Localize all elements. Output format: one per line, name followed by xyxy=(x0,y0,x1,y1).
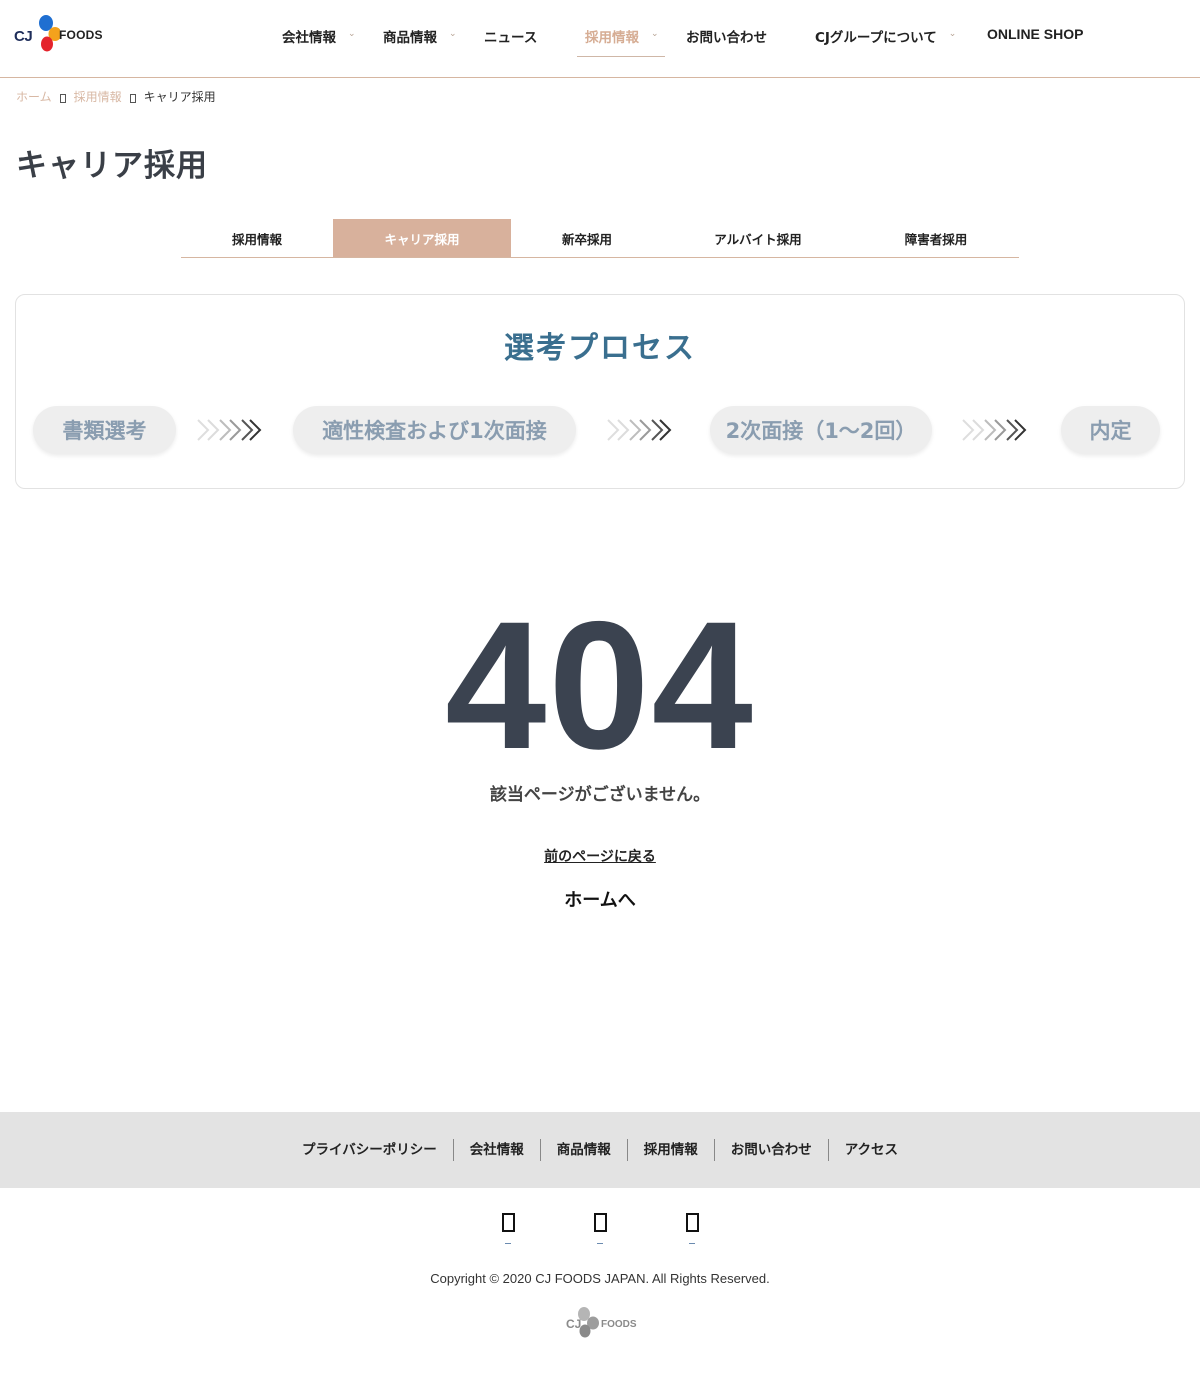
process-step-document-screening: 書類選考 xyxy=(33,406,176,454)
nav-item-label: 採用情報 xyxy=(585,30,639,46)
copyright: Copyright © 2020 CJ FOODS JAPAN. All Rig… xyxy=(430,1271,770,1286)
nav-item-cj-group[interactable]: CJグループについて ⌄ xyxy=(815,26,956,58)
home-link-wrapper: ホームへ xyxy=(0,886,1200,912)
breadcrumb-recruit[interactable]: 採用情報 xyxy=(74,88,122,105)
footer-link-access[interactable]: アクセス xyxy=(829,1139,914,1161)
tab-label: キャリア採用 xyxy=(384,231,460,247)
underline-mark xyxy=(597,1243,603,1244)
social-icon-3[interactable] xyxy=(681,1208,703,1244)
tab-label: 新卒採用 xyxy=(561,231,612,247)
breadcrumb-current: キャリア採用 xyxy=(143,90,216,104)
footer-link-contact[interactable]: お問い合わせ xyxy=(715,1139,829,1161)
back-link-wrapper: 前のページに戻る xyxy=(0,846,1200,866)
chevron-down-icon: ⌄ xyxy=(348,29,356,39)
recruit-tabs: 採用情報 キャリア採用 新卒採用 アルバイト採用 障害者採用 xyxy=(181,219,1019,258)
footer-nav: プライバシーポリシー 会社情報 商品情報 採用情報 お問い合わせ アクセス xyxy=(0,1112,1200,1188)
footer-link-products[interactable]: 商品情報 xyxy=(541,1139,628,1161)
chevron-arrows-icon xyxy=(197,419,262,441)
page-title: キャリア採用 xyxy=(16,148,208,184)
process-step-offer: 内定 xyxy=(1061,406,1160,454)
footer-cj-foods-logo[interactable]: CJ FOODS xyxy=(565,1305,637,1339)
process-step-second-interview: 2次面接（1〜2回） xyxy=(710,406,932,454)
chevron-down-icon: ⌄ xyxy=(449,29,457,39)
logo-foods-text: FOODS xyxy=(59,28,103,42)
missing-glyph-icon xyxy=(501,1213,515,1233)
footer-logo-foods: FOODS xyxy=(601,1319,637,1330)
missing-glyph-icon xyxy=(685,1213,699,1233)
nav-item-label: ニュース xyxy=(484,30,538,46)
underline-mark xyxy=(689,1243,695,1244)
missing-glyph-icon xyxy=(593,1213,607,1233)
cj-foods-logo[interactable]: CJ FOODS xyxy=(14,14,114,54)
chevron-arrows-icon xyxy=(962,419,1027,441)
tab-new-graduate[interactable]: 新卒採用 xyxy=(511,219,663,257)
chevron-down-icon: ⌄ xyxy=(948,29,957,39)
tab-recruit-info[interactable]: 採用情報 xyxy=(181,219,333,257)
tab-part-time[interactable]: アルバイト採用 xyxy=(663,219,853,257)
tab-label: アルバイト採用 xyxy=(714,231,802,247)
error-message: 該当ページがございません。 xyxy=(489,785,711,805)
underline-mark xyxy=(505,1243,511,1244)
tab-label: 障害者採用 xyxy=(904,231,968,247)
error-code: 404 xyxy=(445,583,755,787)
tab-career[interactable]: キャリア採用 xyxy=(333,219,511,257)
site-header: CJ FOODS 会社情報 ⌄ 商品情報 ⌄ ニュース 採用情報 ⌄ お問い合わせ C… xyxy=(0,0,1200,78)
nav-item-online-shop[interactable]: ONLINE SHOP xyxy=(987,26,1083,58)
nav-item-label: 商品情報 xyxy=(383,30,437,46)
chevron-arrows-icon xyxy=(607,419,672,441)
breadcrumb: ホーム 採用情報 キャリア採用 xyxy=(16,88,216,105)
nav-item-label: ONLINE SHOP xyxy=(987,26,1084,42)
process-title: 選考プロセス xyxy=(504,331,696,366)
nav-item-company[interactable]: 会社情報 ⌄ xyxy=(282,26,356,58)
footer-logo-cj: CJ xyxy=(566,1317,581,1331)
nav-item-label: お問い合わせ xyxy=(686,30,767,46)
nav-item-recruit[interactable]: 採用情報 ⌄ xyxy=(577,26,665,58)
step-label: 内定 xyxy=(1089,419,1132,443)
footer-link-recruit[interactable]: 採用情報 xyxy=(628,1139,715,1161)
logo-cj-text: CJ xyxy=(14,28,33,45)
breadcrumb-separator-icon xyxy=(129,94,136,103)
selection-process-panel: 選考プロセス 書類選考 適性検査および1次面接 2次面接（1〜2回） 内定 xyxy=(15,294,1185,489)
nav-item-news[interactable]: ニュース xyxy=(484,26,537,58)
process-step-aptitude-first-interview: 適性検査および1次面接 xyxy=(293,406,576,454)
social-icon-2[interactable] xyxy=(589,1208,611,1244)
footer-link-company[interactable]: 会社情報 xyxy=(454,1139,541,1161)
breadcrumb-home[interactable]: ホーム xyxy=(16,88,52,105)
nav-item-label: 会社情報 xyxy=(282,30,336,46)
step-label: 適性検査および1次面接 xyxy=(322,419,547,443)
tab-disability[interactable]: 障害者採用 xyxy=(853,219,1019,257)
nav-item-products[interactable]: 商品情報 ⌄ xyxy=(383,26,457,58)
breadcrumb-separator-icon xyxy=(59,94,66,103)
social-icon-1[interactable] xyxy=(497,1208,519,1244)
tab-label: 採用情報 xyxy=(231,231,282,247)
back-to-previous-link[interactable]: 前のページに戻る xyxy=(544,849,656,865)
footer-link-privacy[interactable]: プライバシーポリシー xyxy=(286,1139,454,1161)
nav-item-contact[interactable]: お問い合わせ xyxy=(686,26,767,58)
step-label: 書類選考 xyxy=(62,419,147,443)
home-link[interactable]: ホームへ xyxy=(564,890,635,911)
step-label: 2次面接（1〜2回） xyxy=(725,419,917,443)
chevron-down-icon: ⌄ xyxy=(651,29,659,39)
nav-item-label: CJグループについて xyxy=(815,30,937,46)
